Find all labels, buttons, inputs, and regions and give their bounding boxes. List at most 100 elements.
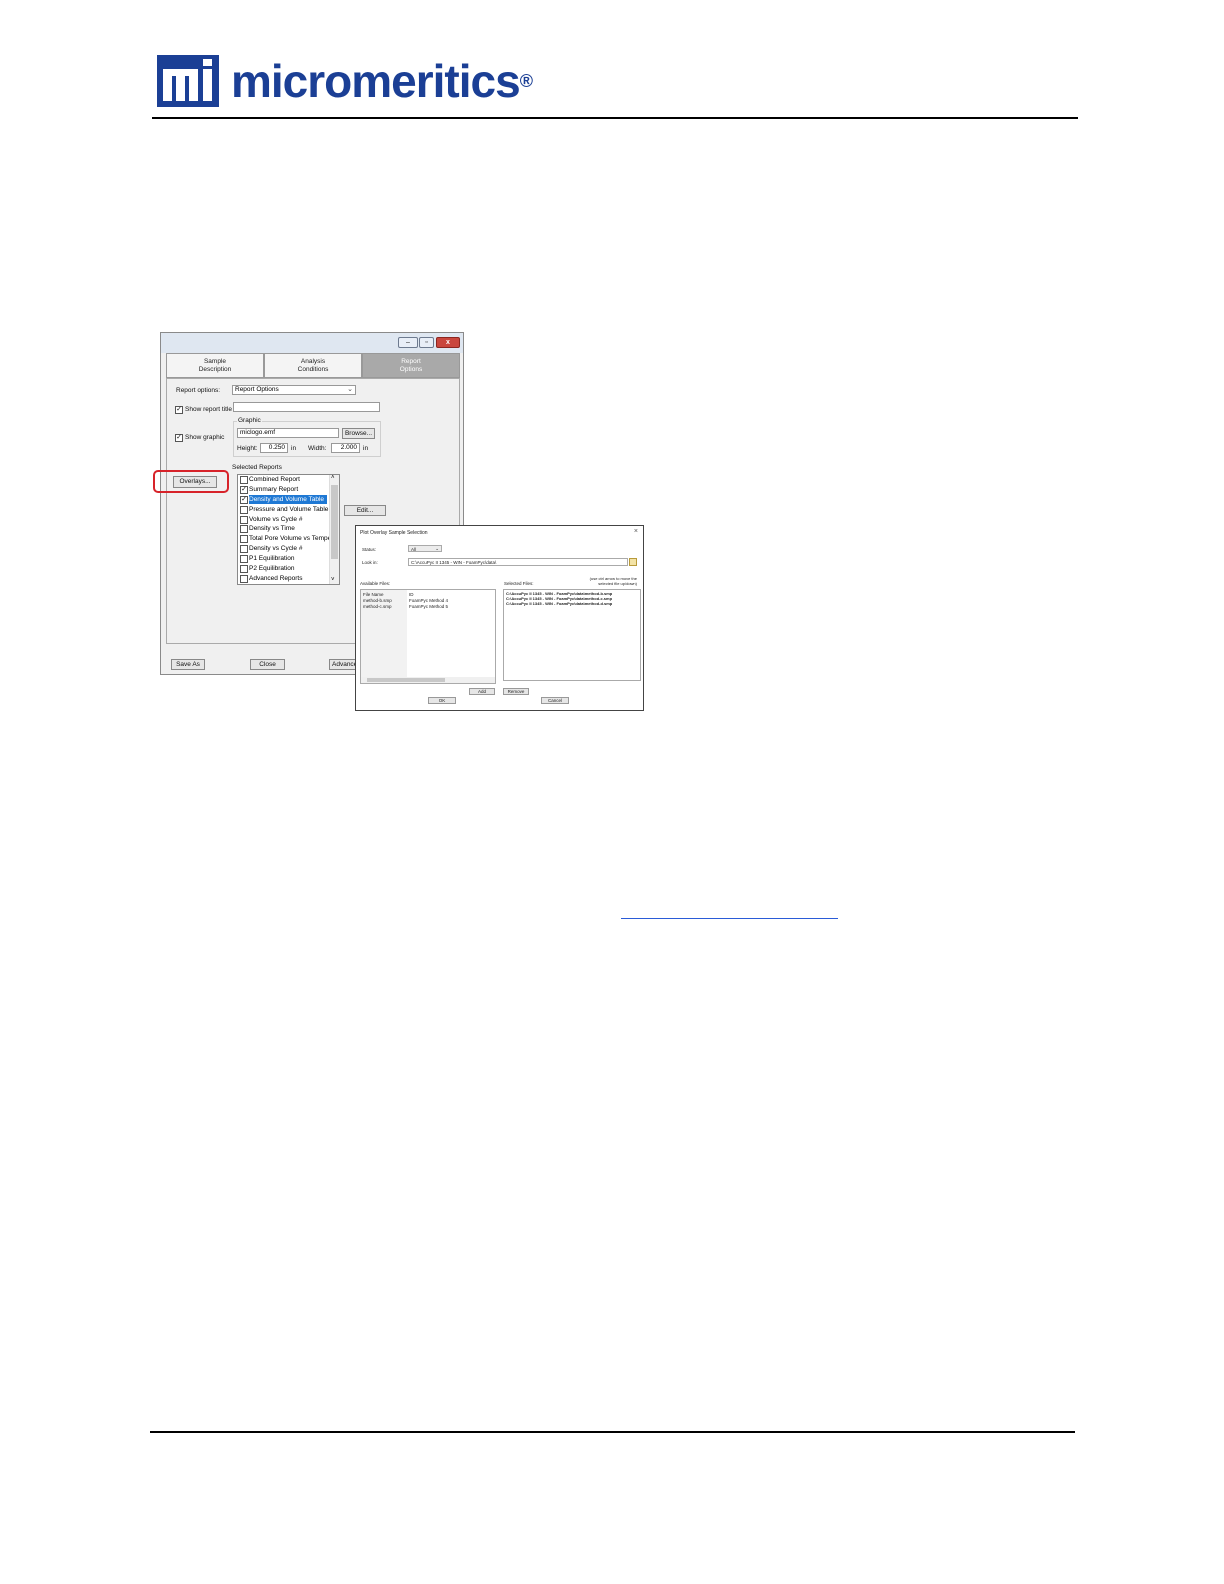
show-graphic-checkbox[interactable]: ✓ [175, 434, 183, 442]
show-report-title-label: Show report title [185, 406, 232, 413]
list-item[interactable]: Advanced Reports [239, 574, 329, 583]
report-label: Combined Report [249, 476, 300, 483]
width-input[interactable]: 2.000 [331, 443, 360, 453]
report-checkbox[interactable] [240, 555, 248, 563]
show-graphic-label: Show graphic [185, 434, 225, 441]
chevron-up-icon[interactable]: ˄ [331, 475, 335, 481]
scroll-thumb[interactable] [331, 485, 338, 559]
selected-reports-list[interactable]: Combined Report ✓ Summary Report ✓ Density… [237, 474, 340, 585]
report-checkbox[interactable] [240, 506, 248, 514]
report-options-label: Report options: [176, 387, 221, 394]
reorder-hint: (use ctrl arrow to move the selected fil… [589, 576, 637, 586]
close-button[interactable]: Close [250, 659, 285, 670]
report-checkbox[interactable] [240, 565, 248, 573]
folder-icon[interactable] [629, 558, 637, 566]
report-label: Pressure and Volume Table [249, 506, 329, 513]
height-unit: in [291, 445, 297, 452]
report-checkbox[interactable]: ✓ [240, 486, 248, 494]
report-label: P2 Equilibration [249, 565, 295, 572]
list-item[interactable]: Density vs Time [239, 524, 329, 533]
tab-strip: Sample Description Analysis Conditions R… [166, 353, 460, 378]
tab-label: Report [401, 358, 421, 365]
tab-label: Conditions [297, 365, 329, 373]
overlays-callout-highlight [153, 470, 229, 493]
close-window-button[interactable]: x [436, 337, 460, 348]
height-input[interactable]: 0.250 [260, 443, 288, 453]
list-item[interactable]: Volume vs Cycle # [239, 515, 329, 524]
status-value: All [411, 547, 417, 552]
column-header-id[interactable]: ID [409, 592, 414, 597]
tab-label: Sample [203, 358, 227, 365]
tab-report-options[interactable]: Report Options [362, 353, 460, 378]
report-checkbox[interactable] [240, 525, 248, 533]
list-item[interactable]: P1 Equilibration [239, 554, 329, 563]
list-item[interactable]: ✓ Summary Report [239, 485, 329, 494]
selected-reports-label: Selected Reports [232, 464, 282, 471]
list-item[interactable]: Pressure and Volume Table [239, 505, 329, 514]
report-checkbox[interactable]: ✓ [240, 496, 248, 504]
file-name-cell[interactable]: method-c.smp [363, 604, 392, 609]
width-label: Width: [308, 445, 327, 452]
report-label: P1 Equilibration [249, 555, 295, 562]
list-item[interactable]: P2 Equilibration [239, 564, 329, 573]
browse-button[interactable]: Browse... [342, 428, 375, 439]
hyperlink-underline[interactable] [621, 918, 838, 919]
tab-sample-description[interactable]: Sample Description [166, 353, 264, 378]
look-in-label: Look in: [362, 560, 378, 565]
chevron-down-icon: ⌄ [435, 546, 439, 551]
cancel-button[interactable]: Cancel [541, 697, 569, 704]
add-button[interactable]: Add [469, 688, 495, 695]
look-in-value: C:\AccuPyc II 1345 - WIN - FoamPyc\data\ [411, 560, 497, 565]
list-item[interactable]: Density vs Cycle # [239, 544, 329, 553]
status-label: Status: [362, 547, 377, 552]
column-header-file-name[interactable]: File Name [363, 592, 384, 597]
report-label: Volume vs Cycle # [249, 516, 303, 523]
report-checkbox[interactable] [240, 575, 248, 583]
report-checkbox[interactable] [240, 535, 248, 543]
height-label: Height: [237, 445, 258, 452]
micromeritics-logo: micromeritics ® [157, 55, 533, 107]
list-item[interactable]: ✓ Density and Volume Table [239, 495, 329, 504]
graphic-group-label: Graphic [237, 417, 262, 424]
file-id-cell[interactable]: FoamPyc Method 5 [409, 604, 448, 609]
selected-file-row[interactable]: C:\AccuPyc II 1345 - WIN - FoamPyc\data\… [506, 601, 612, 606]
close-icon[interactable]: × [634, 528, 638, 535]
report-title-input[interactable] [233, 402, 380, 412]
tab-label: Analysis [300, 358, 326, 365]
chevron-down-icon: ⌄ [347, 386, 353, 393]
report-checkbox[interactable] [240, 476, 248, 484]
maximize-button[interactable]: ▫ [419, 337, 434, 348]
chevron-down-icon[interactable]: ˅ [331, 577, 335, 583]
list-scrollbar[interactable]: ˄ ˅ [329, 475, 339, 584]
scroll-thumb[interactable] [367, 678, 445, 682]
plot-overlay-dialog: Plot Overlay Sample Selection × Status: … [355, 525, 644, 711]
report-options-select[interactable]: Report Options ⌄ [232, 385, 356, 395]
list-item[interactable]: Combined Report [239, 475, 329, 484]
save-as-button[interactable]: Save As [171, 659, 205, 670]
report-checkbox[interactable] [240, 545, 248, 553]
width-unit: in [363, 445, 369, 452]
available-files-list[interactable]: File Name ID method-b.smp FoamPyc Method… [360, 589, 496, 684]
show-report-title-checkbox[interactable]: ✓ [175, 406, 183, 414]
horizontal-scrollbar[interactable] [361, 677, 495, 683]
graphic-file-input[interactable]: miclogo.emf [237, 428, 339, 438]
minimize-button[interactable]: – [398, 337, 418, 348]
dialog-title: Plot Overlay Sample Selection [360, 530, 428, 536]
report-label: Total Pore Volume vs Tempe [249, 535, 332, 542]
file-name-cell[interactable]: method-b.smp [363, 598, 392, 603]
file-id-cell[interactable]: FoamPyc Method 4 [409, 598, 448, 603]
footer-rule [150, 1431, 1075, 1433]
report-label: Density vs Time [249, 525, 295, 532]
remove-button[interactable]: Remove [503, 688, 529, 695]
selected-files-list[interactable]: C:\AccuPyc II 1345 - WIN - FoamPyc\data\… [503, 589, 641, 681]
report-checkbox[interactable] [240, 516, 248, 524]
tab-label: Description [198, 365, 232, 373]
list-item[interactable]: Total Pore Volume vs Tempe [239, 534, 332, 543]
tab-analysis-conditions[interactable]: Analysis Conditions [264, 353, 362, 378]
status-select[interactable]: All ⌄ [408, 545, 442, 552]
ok-button[interactable]: OK [428, 697, 456, 704]
selected-files-label: Selected Files: [504, 581, 534, 586]
edit-button[interactable]: Edit... [344, 505, 386, 516]
report-options-value: Report Options [235, 386, 279, 393]
look-in-input[interactable]: C:\AccuPyc II 1345 - WIN - FoamPyc\data\ [408, 558, 628, 566]
